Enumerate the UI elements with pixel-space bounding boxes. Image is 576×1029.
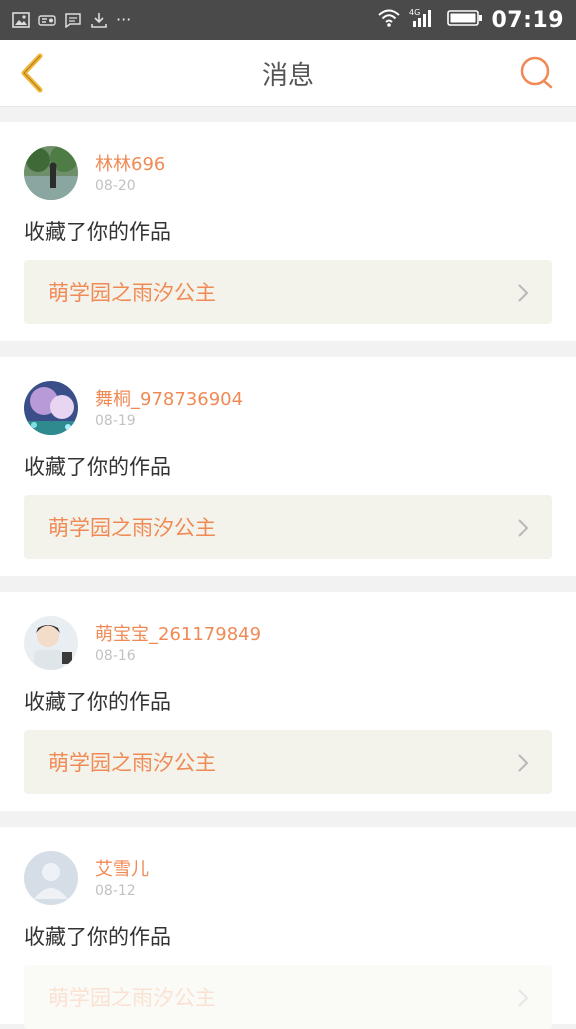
message-card: 舞桐_978736904 08-19 收藏了你的作品 萌学园之雨汐公主 bbox=[0, 357, 576, 576]
page-title: 消息 bbox=[261, 60, 314, 91]
chevron-right-icon bbox=[518, 284, 529, 302]
message-icon bbox=[64, 12, 82, 28]
work-title: 萌学园之雨汐公主 bbox=[48, 516, 216, 540]
image-icon bbox=[12, 12, 30, 28]
work-link[interactable]: 萌学园之雨汐公主 bbox=[24, 965, 552, 1029]
work-link[interactable]: 萌学园之雨汐公主 bbox=[24, 260, 552, 324]
work-title: 萌学园之雨汐公主 bbox=[48, 281, 216, 305]
wifi-icon bbox=[377, 8, 401, 32]
message-card: 萌宝宝_261179849 08-16 收藏了你的作品 萌学园之雨汐公主 bbox=[0, 592, 576, 811]
message-card: 艾雪儿 08-12 收藏了你的作品 萌学园之雨汐公主 bbox=[0, 827, 576, 1029]
clock: 07:19 bbox=[491, 7, 564, 33]
search-icon bbox=[520, 56, 553, 89]
app-header: 消息 bbox=[0, 40, 576, 107]
svg-text:4G: 4G bbox=[409, 8, 420, 17]
work-title: 萌学园之雨汐公主 bbox=[48, 751, 216, 775]
message-card: 林林696 08-20 收藏了你的作品 萌学园之雨汐公主 bbox=[0, 122, 576, 341]
system-icons: 4G 07:19 bbox=[377, 6, 564, 34]
message-date: 08-19 bbox=[95, 413, 136, 429]
username-link[interactable]: 林林696 bbox=[95, 150, 165, 176]
avatar[interactable] bbox=[24, 616, 78, 670]
work-title: 萌学园之雨汐公主 bbox=[48, 986, 216, 1010]
message-action-text: 收藏了你的作品 bbox=[24, 925, 171, 949]
message-date: 08-20 bbox=[95, 178, 136, 194]
username-link[interactable]: 萌宝宝_261179849 bbox=[95, 620, 261, 646]
chevron-right-icon bbox=[518, 989, 529, 1007]
avatar[interactable] bbox=[24, 381, 78, 435]
username-link[interactable]: 艾雪儿 bbox=[95, 855, 149, 881]
search-button[interactable] bbox=[518, 54, 556, 92]
message-action-text: 收藏了你的作品 bbox=[24, 220, 171, 244]
app-notification-icon bbox=[38, 12, 56, 28]
chevron-right-icon bbox=[518, 754, 529, 772]
chevron-right-icon bbox=[518, 519, 529, 537]
notification-icons: ··· bbox=[12, 8, 131, 32]
battery-icon bbox=[447, 9, 483, 31]
message-date: 08-16 bbox=[95, 648, 136, 664]
download-icon bbox=[90, 12, 108, 28]
status-bar: ··· 4G 07:19 bbox=[0, 0, 576, 40]
signal-icon: 4G bbox=[409, 7, 439, 33]
work-link[interactable]: 萌学园之雨汐公主 bbox=[24, 495, 552, 559]
default-avatar[interactable] bbox=[24, 851, 78, 905]
more-notifications-indicator: ··· bbox=[116, 10, 132, 29]
message-action-text: 收藏了你的作品 bbox=[24, 690, 171, 714]
avatar[interactable] bbox=[24, 146, 78, 200]
work-link[interactable]: 萌学园之雨汐公主 bbox=[24, 730, 552, 794]
username-link[interactable]: 舞桐_978736904 bbox=[95, 385, 243, 411]
message-action-text: 收藏了你的作品 bbox=[24, 455, 171, 479]
message-date: 08-12 bbox=[95, 883, 136, 899]
